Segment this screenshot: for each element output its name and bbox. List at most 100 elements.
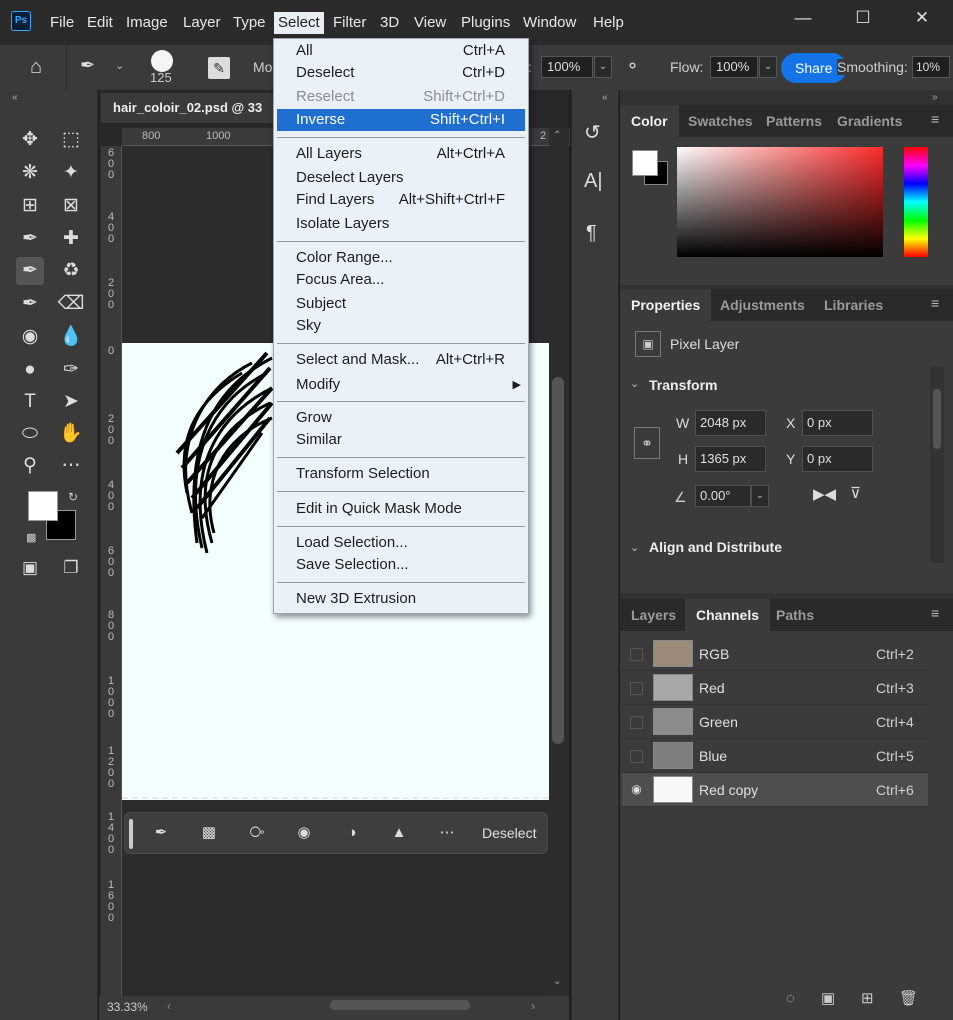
new-channel-icon[interactable]: ⊞	[861, 989, 874, 1007]
menu-window[interactable]: Window	[519, 12, 580, 34]
visibility-toggle[interactable]	[630, 682, 643, 695]
menu-item-grow[interactable]: Grow	[277, 407, 525, 429]
drag-handle[interactable]	[129, 819, 133, 849]
load-channel-as-selection-icon[interactable]: ◌	[786, 990, 795, 1007]
default-colors-icon[interactable]: ▩	[26, 531, 36, 544]
menu-item-subject[interactable]: Subject	[277, 293, 525, 315]
maximize-icon[interactable]: ☐	[843, 6, 883, 30]
brush-tool-icon[interactable]: ✒	[80, 55, 95, 76]
horizontal-scroll-thumb[interactable]	[330, 1000, 470, 1010]
tab-channels[interactable]: Channels	[685, 599, 771, 631]
menu-item-reselect[interactable]: Reselect Shift+Ctrl+D	[277, 86, 525, 108]
brush-settings-icon[interactable]: ✎	[208, 57, 230, 79]
tab-swatches[interactable]: Swatches	[677, 105, 764, 137]
flip-vertical-icon[interactable]: ⊽	[850, 484, 861, 502]
tab-patterns[interactable]: Patterns	[755, 105, 833, 137]
menu-type[interactable]: Type	[229, 12, 270, 34]
properties-scrollbar[interactable]	[930, 367, 944, 563]
clone-stamp-tool-icon[interactable]: ♻	[57, 257, 85, 285]
collapse-arrows-icon[interactable]: «	[12, 92, 18, 103]
move-tool-icon[interactable]: ✥	[16, 126, 44, 154]
brush-tool-icon[interactable]: ✒	[16, 257, 44, 285]
channel-row-red-copy[interactable]: ◉ Red copy Ctrl+6	[622, 773, 928, 807]
swap-colors-icon[interactable]: ↻	[68, 490, 78, 504]
menu-plugins[interactable]: Plugins	[457, 12, 514, 34]
minimize-icon[interactable]: —	[783, 6, 823, 30]
paint-bucket-tool-icon[interactable]: ◉	[16, 323, 44, 351]
menu-item-find-layers[interactable]: Find Layers Alt+Shift+Ctrl+F	[277, 189, 525, 211]
opacity-dropdown-icon[interactable]: ⌄	[594, 56, 612, 78]
menu-item-select-and-mask[interactable]: Select and Mask... Alt+Ctrl+R	[277, 349, 525, 371]
healing-brush-tool-icon[interactable]: ✚	[57, 225, 85, 253]
color-field[interactable]	[677, 147, 883, 257]
paragraph-panel-icon[interactable]: ¶	[586, 222, 597, 245]
scroll-left-icon[interactable]: ‹	[167, 999, 171, 1013]
flow-dropdown-icon[interactable]: ⌄	[759, 56, 777, 78]
scroll-down-icon[interactable]: ⌄	[553, 976, 561, 987]
menu-item-sky[interactable]: Sky	[277, 315, 525, 337]
expand-arrows-icon[interactable]: »	[932, 92, 938, 103]
quick-mask-icon[interactable]: ▣	[16, 554, 44, 582]
chevron-down-icon[interactable]: ⌄	[630, 377, 639, 390]
menu-item-all-layers[interactable]: All Layers Alt+Ctrl+A	[277, 143, 525, 165]
panel-menu-icon[interactable]: ≡	[931, 605, 939, 621]
menu-item-new-3d-extrusion[interactable]: New 3D Extrusion	[277, 588, 525, 610]
expand-selection-icon[interactable]: ▩	[198, 822, 220, 844]
deselect-button[interactable]: Deselect	[482, 825, 536, 841]
save-selection-as-channel-icon[interactable]: ▣	[821, 989, 835, 1007]
eye-icon[interactable]: ◉	[630, 783, 643, 797]
adjustment-icon[interactable]: ◑	[341, 822, 363, 844]
path-selection-tool-icon[interactable]: ➤	[57, 388, 85, 416]
menu-image[interactable]: Image	[122, 12, 172, 34]
y-input[interactable]: 0 px	[802, 446, 873, 472]
blur-tool-icon[interactable]: 💧	[57, 323, 85, 351]
marquee-tool-icon[interactable]: ⬚	[57, 126, 85, 154]
lasso-tool-icon[interactable]: ❋	[16, 159, 44, 187]
tab-properties[interactable]: Properties	[620, 289, 712, 321]
channel-row-red[interactable]: Red Ctrl+3	[622, 671, 928, 705]
channel-row-blue[interactable]: Blue Ctrl+5	[622, 739, 928, 773]
opacity-field[interactable]: 100%	[541, 56, 593, 78]
menu-view[interactable]: View	[410, 12, 450, 34]
type-tool-icon[interactable]: T	[16, 388, 44, 416]
brush-selection-icon[interactable]: ✒	[150, 822, 172, 844]
menu-item-similar[interactable]: Similar	[277, 429, 525, 451]
screen-mode-icon[interactable]: ❐	[57, 554, 85, 582]
scroll-right-icon[interactable]: ›	[531, 999, 535, 1013]
scroll-up-icon[interactable]: ⌃	[553, 130, 561, 141]
transform-section-title[interactable]: Transform	[649, 377, 717, 393]
tab-layers[interactable]: Layers	[620, 599, 687, 631]
tab-gradients[interactable]: Gradients	[826, 105, 913, 137]
close-icon[interactable]: ✕	[902, 6, 942, 30]
width-input[interactable]: 2048 px	[695, 410, 766, 436]
pressure-opacity-icon[interactable]: ⚬	[625, 56, 640, 77]
ellipse-tool-icon[interactable]: ⬭	[16, 420, 44, 448]
menu-item-load-selection[interactable]: Load Selection...	[277, 532, 525, 554]
visibility-toggle[interactable]	[630, 716, 643, 729]
menu-item-isolate-layers[interactable]: Isolate Layers	[277, 213, 525, 235]
more-tools-icon[interactable]: ⋯	[57, 452, 85, 480]
tab-color[interactable]: Color	[620, 105, 679, 137]
menu-item-all[interactable]: All Ctrl+A	[277, 40, 525, 62]
fill-selection-icon[interactable]: ▲	[388, 822, 410, 844]
mask-icon[interactable]: ◉	[293, 822, 315, 844]
zoom-tool-icon[interactable]: ⚲	[16, 452, 44, 480]
trash-icon[interactable]: 🗑	[899, 989, 918, 1007]
document-tab[interactable]: hair_coloir_02.psd @ 33	[101, 93, 281, 123]
channel-row-green[interactable]: Green Ctrl+4	[622, 705, 928, 739]
crop-tool-icon[interactable]: ⊞	[16, 192, 44, 220]
tab-paths[interactable]: Paths	[765, 599, 825, 631]
smoothing-field[interactable]: 10%	[912, 56, 950, 78]
menu-item-deselect[interactable]: Deselect Ctrl+D	[277, 62, 525, 84]
character-panel-icon[interactable]: A|	[584, 170, 603, 193]
properties-scroll-thumb[interactable]	[933, 389, 941, 449]
home-icon[interactable]: ⌂	[30, 57, 52, 79]
chevron-down-icon[interactable]: ⌄	[115, 59, 124, 72]
menu-layer[interactable]: Layer	[179, 12, 225, 34]
flow-field[interactable]: 100%	[710, 56, 758, 78]
foreground-color-chip[interactable]	[632, 150, 658, 176]
menu-help[interactable]: Help	[589, 12, 628, 34]
menu-filter[interactable]: Filter	[329, 12, 370, 34]
link-icon[interactable]: ⚭	[634, 427, 660, 459]
hue-slider[interactable]	[904, 147, 928, 257]
